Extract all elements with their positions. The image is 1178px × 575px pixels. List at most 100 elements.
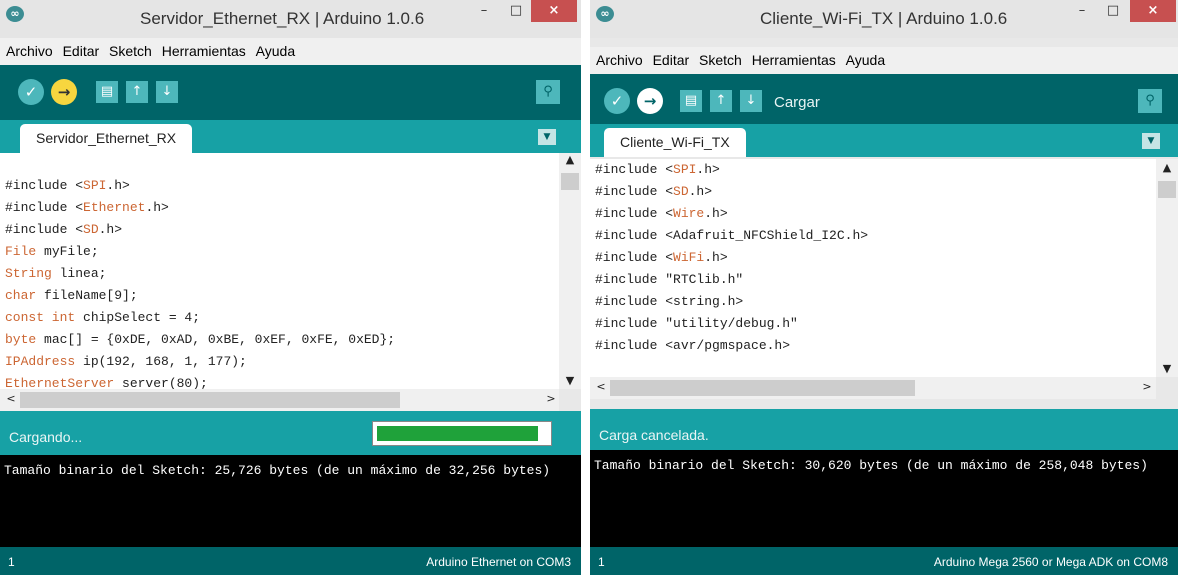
progress-fill [377,426,539,441]
upload-progress-bar [372,421,552,446]
open-file-icon[interactable]: ↑ [126,81,148,103]
code-line: String linea; [5,263,395,285]
code-line: #include <SD.h> [595,181,868,203]
code-token: linea; [51,266,107,281]
tab-menu-icon[interactable]: ▼ [1142,133,1160,149]
code-token: #include < [595,162,674,177]
tab-servidor-ethernet-rx[interactable]: Servidor_Ethernet_RX [20,124,193,153]
menu-ayuda[interactable]: Ayuda [846,47,885,68]
scroll-right-icon[interactable]: > [1136,380,1158,393]
serial-monitor-icon[interactable]: ⚲ [1138,89,1162,113]
code-editor[interactable]: #include <SPI.h> #include <SD.h> #include … [590,159,1178,377]
menu-sketch[interactable]: Sketch [109,38,152,59]
code-token: WiFi [673,250,705,265]
code-line: File myFile; [5,241,395,263]
arduino-window-servidor: ∞ Servidor_Ethernet_RX | Arduino 1.0.6 –… [0,0,581,575]
code-editor[interactable]: #include <SPI.h> #include <Ethernet.h> #in… [0,153,581,389]
code-token: const int [5,310,76,325]
arduino-logo-icon: ∞ [6,6,24,22]
tab-cliente-wifi-tx[interactable]: Cliente_Wi-Fi_TX [604,128,746,157]
serial-monitor-icon[interactable]: ⚲ [536,80,560,104]
code-line: #include <Wire.h> [595,203,868,225]
code-token: #include "utility/debug.h" [595,316,798,331]
code-token: .h> [106,178,130,193]
arduino-logo-icon: ∞ [596,6,614,22]
code-line: byte mac[] = {0xDE, 0xAD, 0xBE, 0xEF, 0x… [5,329,395,351]
maximize-button[interactable]: □ [1099,0,1127,22]
tab-menu-icon[interactable]: ▼ [538,129,556,145]
code-line: #include <SD.h> [5,219,395,241]
code-line: #include <string.h> [595,291,868,313]
open-file-icon[interactable]: ↑ [710,90,732,112]
scroll-left-icon[interactable]: < [590,380,612,393]
scroll-up-icon[interactable]: ▲ [559,153,581,166]
menu-sketch[interactable]: Sketch [699,47,742,68]
menu-herramientas[interactable]: Herramientas [752,47,836,68]
code-token: EthernetServer [5,376,115,389]
menu-archivo[interactable]: Archivo [6,38,53,59]
new-file-icon[interactable]: ▤ [680,90,702,112]
verify-icon[interactable]: ✓ [18,79,44,105]
code-line: #include <Ethernet.h> [5,197,395,219]
horizontal-scrollbar[interactable]: < > [590,377,1156,399]
arduino-window-cliente: ∞ Cliente_Wi-Fi_TX | Arduino 1.0.6 – □ ×… [590,0,1178,575]
menu-ayuda[interactable]: Ayuda [256,38,295,59]
code-line: char fileName[9]; [5,285,395,307]
scroll-down-icon[interactable]: ▼ [559,374,581,387]
status-text: Cargando... [9,429,83,445]
code-line: EthernetServer server(80); [5,373,395,389]
scroll-left-icon[interactable]: < [0,392,22,405]
save-file-icon[interactable]: ↓ [740,90,762,112]
code-token: IPAddress [5,354,76,369]
verify-icon[interactable]: ✓ [604,88,630,114]
code-line: #include "RTClib.h" [595,269,868,291]
menu-editar[interactable]: Editar [653,47,690,68]
code-line: IPAddress ip(192, 168, 1, 177); [5,351,395,373]
code-line: #include <SPI.h> [595,159,868,181]
close-button[interactable]: × [1130,0,1176,22]
footer-bar: 1 Arduino Ethernet on COM3 [0,547,581,575]
scroll-up-icon[interactable]: ▲ [1156,161,1178,174]
code-token: SD [83,222,99,237]
code-line: #include <SPI.h> [5,175,395,197]
code-token: Ethernet [83,200,146,215]
horizontal-scrollbar[interactable]: < > [0,389,559,411]
save-file-icon[interactable]: ↓ [156,81,178,103]
code-token: mac[] = {0xDE, 0xAD, 0xBE, 0xEF, 0xFE, 0… [36,332,396,347]
scroll-right-icon[interactable]: > [540,392,562,405]
menu-archivo[interactable]: Archivo [596,47,643,68]
console-output: Tamaño binario del Sketch: 25,726 bytes … [4,463,551,478]
tab-bar: Servidor_Ethernet_RX ▼ [0,120,581,153]
vertical-scrollbar[interactable]: ▲ ▼ [1156,159,1178,377]
upload-icon[interactable]: → [51,79,77,105]
menu-editar[interactable]: Editar [63,38,100,59]
scrollbar-thumb[interactable] [561,173,579,190]
scrollbar-thumb[interactable] [20,392,400,408]
console: Tamaño binario del Sketch: 30,620 bytes … [590,450,1178,547]
scroll-down-icon[interactable]: ▼ [1156,362,1178,375]
footer-bar: 1 Arduino Mega 2560 or Mega ADK on COM8 [590,547,1178,575]
code-token: File [5,244,37,259]
code-token: Wire [673,206,705,221]
code-token: #include < [5,200,84,215]
new-file-icon[interactable]: ▤ [96,81,118,103]
scrollbar-thumb[interactable] [1158,181,1176,198]
menu-herramientas[interactable]: Herramientas [162,38,246,59]
code-token: ip(192, 168, 1, 177); [75,354,247,369]
minimize-button[interactable]: – [470,0,498,22]
vertical-scrollbar[interactable]: ▲ ▼ [559,153,581,389]
code-token: #include < [595,206,674,221]
status-text: Carga cancelada. [599,427,709,443]
maximize-button[interactable]: □ [502,0,530,22]
code-token: SD [673,184,689,199]
title-bar[interactable]: ∞ Cliente_Wi-Fi_TX | Arduino 1.0.6 – □ × [590,0,1178,38]
upload-icon[interactable]: → [637,88,663,114]
title-bar[interactable]: ∞ Servidor_Ethernet_RX | Arduino 1.0.6 –… [0,0,581,38]
code-lines: #include <SPI.h> #include <SD.h> #include … [590,159,868,377]
close-button[interactable]: × [531,0,577,22]
code-token: #include < [5,222,84,237]
code-token: .h> [704,250,728,265]
code-token: char [5,288,37,303]
minimize-button[interactable]: – [1068,0,1096,22]
scrollbar-thumb[interactable] [610,380,915,396]
